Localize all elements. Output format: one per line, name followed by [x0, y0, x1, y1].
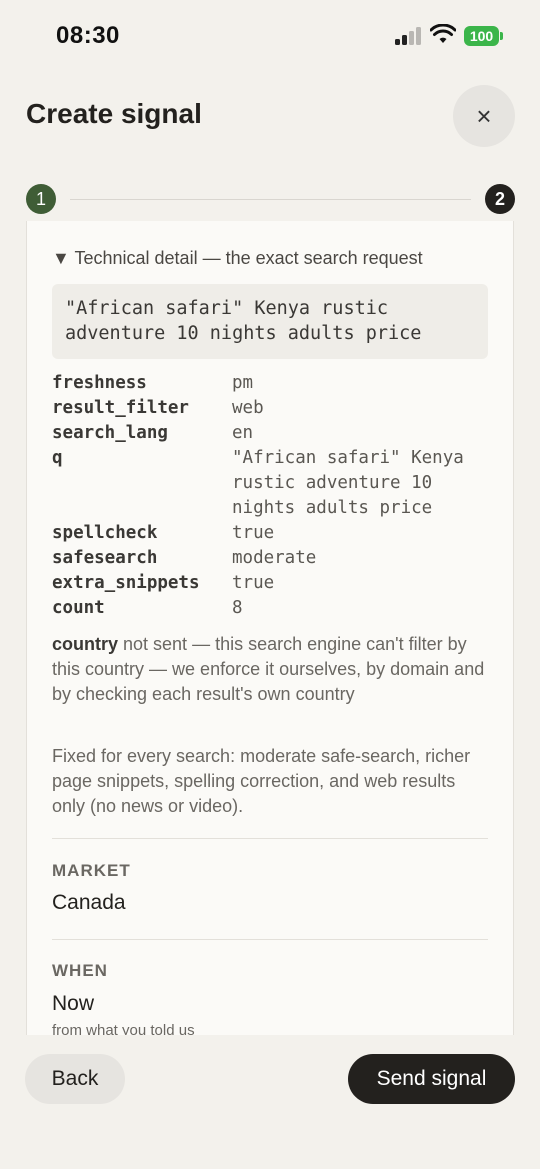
back-button[interactable]: Back: [25, 1054, 125, 1104]
step-indicator-2: 2: [485, 184, 515, 214]
query-text: "African safari" Kenya rustic adventure …: [65, 298, 422, 344]
query-box: "African safari" Kenya rustic adventure …: [52, 284, 488, 359]
page-title: Create signal: [26, 98, 202, 129]
cellular-signal-icon: [395, 27, 423, 45]
param-value: true: [232, 523, 275, 543]
param-key: spellcheck: [52, 523, 158, 543]
battery-level: 100: [464, 26, 499, 46]
param-value: moderate: [232, 548, 317, 568]
param-row: freshness pm: [52, 371, 488, 396]
param-list: freshness pm result_filter web search_la…: [52, 371, 488, 621]
param-value: "African safari" Kenya rustic adventure …: [232, 448, 464, 518]
when-label: WHEN: [52, 961, 108, 980]
status-time: 08:30: [56, 22, 120, 49]
param-key: safesearch: [52, 548, 158, 568]
stepper-line: [70, 199, 471, 200]
param-value: web: [232, 398, 264, 418]
send-signal-button[interactable]: Send signal: [348, 1054, 515, 1104]
divider: [52, 838, 488, 839]
status-bar: 08:30 100: [0, 0, 540, 72]
param-key: extra_snippets: [52, 573, 200, 593]
close-button[interactable]: ×: [453, 85, 515, 147]
market-value: Canada: [52, 891, 126, 914]
param-key: count: [52, 598, 105, 618]
when-subtext: from what you told us: [52, 1022, 195, 1035]
param-key: search_lang: [52, 423, 168, 443]
param-key: q: [52, 448, 63, 468]
country-note-key: country: [52, 634, 119, 654]
market-label: MARKET: [52, 861, 131, 880]
country-note: country not sent — this search engine ca…: [52, 632, 488, 707]
divider: [52, 939, 488, 940]
close-icon: ×: [476, 101, 492, 131]
param-row: safesearch moderate: [52, 546, 488, 571]
param-row: q "African safari" Kenya rustic adventur…: [52, 446, 488, 521]
technical-detail-toggle[interactable]: ▼ Technical detail — the exact search re…: [52, 248, 423, 269]
fixed-settings-note: Fixed for every search: moderate safe-se…: [52, 746, 471, 816]
param-row: result_filter web: [52, 396, 488, 421]
param-value: pm: [232, 373, 254, 393]
when-value: Now: [52, 992, 95, 1015]
param-row: extra_snippets true: [52, 571, 488, 596]
battery-icon: 100: [464, 26, 504, 46]
param-row: search_lang en: [52, 421, 488, 446]
param-key: result_filter: [52, 398, 189, 418]
param-key: freshness: [52, 373, 147, 393]
param-row: spellcheck true: [52, 521, 488, 546]
param-value: true: [232, 573, 275, 593]
wifi-icon: [430, 24, 456, 43]
param-row: count 8: [52, 596, 488, 621]
stepper: 1 2: [26, 184, 515, 214]
param-value: en: [232, 423, 254, 443]
step-indicator-1: 1: [26, 184, 56, 214]
param-value: 8: [232, 598, 243, 618]
signal-card: ▼ Technical detail — the exact search re…: [26, 221, 514, 1035]
